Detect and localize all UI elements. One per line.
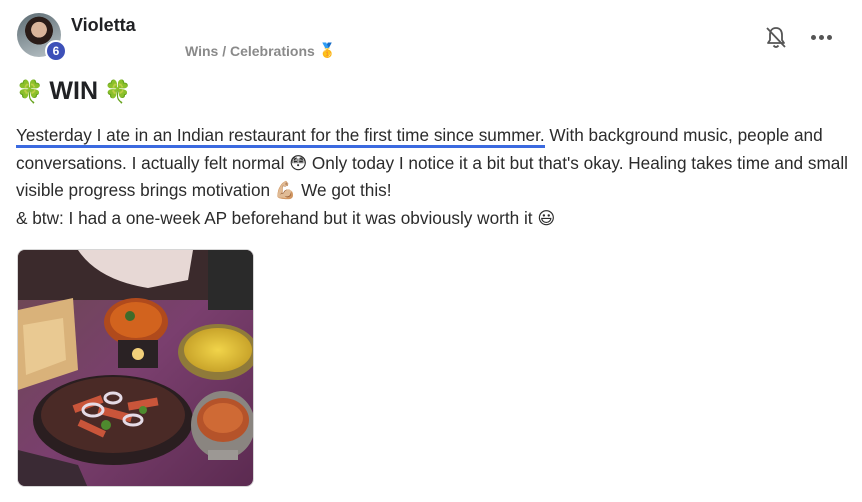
category-text: Wins / Celebrations: [185, 42, 315, 59]
smile-emoji: 😃: [537, 207, 556, 228]
category-label[interactable]: Wins / Celebrations 🥇: [185, 42, 336, 59]
clover-icon: 🍀: [16, 78, 44, 104]
flushed-emoji: 😳: [289, 152, 308, 173]
body-text-4: & btw: I had a one-week AP beforehand bu…: [16, 207, 538, 228]
post-body: Yesterday I ate in an Indian restaurant …: [16, 122, 851, 232]
post-title-text: WIN: [49, 77, 99, 105]
body-text-3: We got this!: [296, 180, 392, 200]
bell-off-icon[interactable]: [765, 26, 787, 50]
medal-icon: 🥇: [318, 42, 337, 58]
more-dot: [810, 34, 816, 40]
food-photo[interactable]: [17, 249, 254, 487]
level-badge: 6: [45, 40, 67, 62]
clover-icon: 🍀: [104, 78, 132, 104]
more-options-button[interactable]: [808, 26, 834, 48]
author-name[interactable]: Violetta: [71, 15, 136, 36]
more-dot: [818, 34, 824, 40]
food-photo-illustration: [18, 250, 253, 486]
more-dot: [826, 34, 832, 40]
highlighted-sentence: Yesterday I ate in an Indian restaurant …: [16, 125, 545, 148]
post-title: 🍀 WIN 🍀: [16, 77, 131, 106]
muscle-emoji: 💪🏼: [274, 180, 297, 200]
